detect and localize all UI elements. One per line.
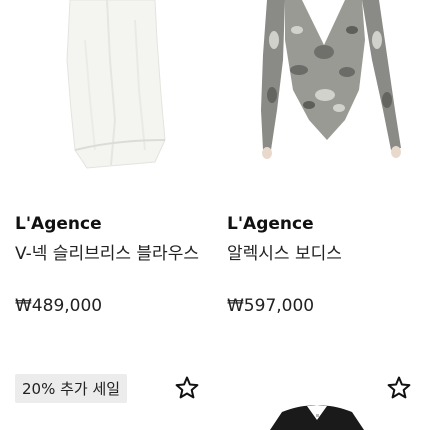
product-brand[interactable]: L'Agence: [227, 214, 314, 234]
product-image-snake-bodysuit[interactable]: [227, 0, 427, 175]
product-name[interactable]: V-넥 슬리브리스 블라우스: [15, 239, 199, 264]
product-brand[interactable]: L'Agence: [15, 214, 102, 234]
product-name[interactable]: 알렉시스 보디스: [227, 239, 342, 264]
product-price: ₩597,000: [227, 296, 315, 316]
wishlist-star-icon[interactable]: [174, 375, 200, 401]
product-card[interactable]: L'Agence 알렉시스 보디스 ₩597,000: [227, 0, 427, 330]
product-image-white-blouse[interactable]: [15, 0, 215, 175]
product-image-black-top[interactable]: [262, 400, 372, 430]
product-card[interactable]: L'Agence V-넥 슬리브리스 블라우스 ₩489,000: [15, 0, 215, 330]
product-grid: L'Agence V-넥 슬리브리스 블라우스 ₩489,000 L'Agenc…: [0, 0, 430, 430]
wishlist-star-icon[interactable]: [386, 375, 412, 401]
product-price: ₩489,000: [15, 296, 103, 316]
sale-badge: 20% 추가 세일: [15, 374, 128, 403]
